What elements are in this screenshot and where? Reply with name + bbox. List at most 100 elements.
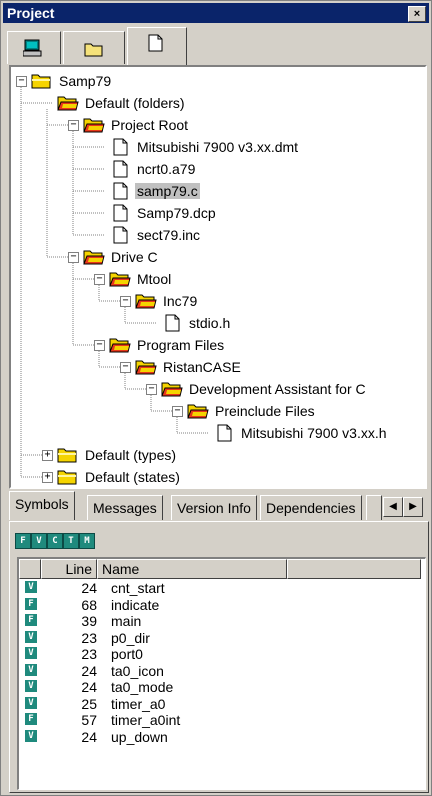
tab-symbols[interactable]: Symbols <box>9 491 75 520</box>
column-header-name[interactable]: Name <box>97 559 287 579</box>
file-icon <box>113 182 128 200</box>
collapse-icon[interactable]: − <box>172 406 183 417</box>
column-header-kind[interactable] <box>19 559 41 579</box>
collapse-icon[interactable]: − <box>68 252 79 263</box>
document-icon <box>148 34 163 52</box>
tab-overflow[interactable] <box>366 495 382 520</box>
tree-node-label: Default (folders) <box>85 95 185 111</box>
expand-icon[interactable]: + <box>42 450 53 461</box>
symbol-name: timer_a0 <box>111 695 166 712</box>
symbol-line: 57 <box>81 712 97 728</box>
tab-scroll-right-icon[interactable]: ▶ <box>403 497 423 517</box>
tree-node-label: Mtool <box>137 271 172 287</box>
window-title: Project <box>7 5 55 21</box>
symbol-row[interactable]: V 23 p0_dir <box>19 630 423 646</box>
folder-icon <box>57 470 77 485</box>
collapse-icon[interactable]: − <box>120 296 131 307</box>
tree-node-label: Mitsubishi 7900 v3.xx.dmt <box>137 139 299 155</box>
tab-dependencies[interactable]: Dependencies <box>260 495 362 520</box>
tree-node-label: Samp79 <box>59 73 112 89</box>
open-folder-icon <box>161 382 183 397</box>
symbol-name: up_down <box>111 728 168 745</box>
symbol-row[interactable]: V 23 port0 <box>19 646 423 662</box>
collapse-icon[interactable]: − <box>94 340 105 351</box>
symbol-row[interactable]: V 25 timer_a0 <box>19 696 423 712</box>
symbol-row[interactable]: V 24 cnt_start <box>19 580 423 596</box>
collapse-icon[interactable]: − <box>16 76 27 87</box>
symbol-row[interactable]: F 39 main <box>19 613 423 629</box>
symbol-row[interactable]: V 24 ta0_mode <box>19 679 423 695</box>
filter-functions-button[interactable]: F <box>15 533 31 549</box>
symbol-row[interactable]: F 57 timer_a0int <box>19 712 423 728</box>
file-icon <box>113 204 128 222</box>
symbol-name: p0_dir <box>111 629 150 646</box>
tab-folders[interactable] <box>63 31 125 64</box>
symbol-line: 24 <box>81 662 97 679</box>
symbol-kind-icon: F <box>25 597 37 610</box>
tree-node-label: ncrt0.a79 <box>137 161 196 177</box>
column-header-extra[interactable] <box>287 559 421 579</box>
tab-messages[interactable]: Messages <box>87 495 163 520</box>
tree-node-label: Development Assistant for C <box>189 381 366 397</box>
symbol-name: indicate <box>111 596 160 613</box>
open-folder-icon <box>83 250 105 265</box>
tab-computer[interactable] <box>7 31 61 64</box>
collapse-icon[interactable]: − <box>94 274 105 285</box>
symbol-row[interactable]: V 24 ta0_icon <box>19 663 423 679</box>
symbols-list[interactable]: Line Name V 24 cnt_start F 68 indicate F 39 main… <box>17 557 426 790</box>
symbol-name: ta0_icon <box>111 662 164 679</box>
tab-files[interactable] <box>127 27 187 65</box>
filter-types-button[interactable]: T <box>63 533 79 549</box>
file-icon <box>113 226 128 244</box>
filter-variables-button[interactable]: V <box>31 533 47 549</box>
symbol-name: ta0_mode <box>111 679 174 695</box>
folder-icon <box>57 448 77 463</box>
tree-node-label: Default (types) <box>85 447 177 463</box>
title-bar[interactable]: Project × <box>3 3 429 23</box>
file-icon <box>217 424 232 442</box>
symbol-name: main <box>111 613 142 629</box>
symbol-kind-icon: F <box>25 614 37 626</box>
tree-node-label: Preinclude Files <box>215 403 315 419</box>
collapse-icon[interactable]: − <box>120 362 131 373</box>
filter-constants-button[interactable]: C <box>47 533 63 549</box>
bottom-tabs: Symbols Messages Version Info Dependenci… <box>9 491 425 521</box>
symbol-row[interactable]: V 24 up_down <box>19 729 423 745</box>
column-header-line[interactable]: Line <box>41 559 97 579</box>
symbol-line: 68 <box>81 596 97 613</box>
open-folder-icon <box>57 96 79 111</box>
tree-node-label: sect79.inc <box>137 227 201 243</box>
open-folder-icon <box>135 360 157 375</box>
tree-node-label: RistanCASE <box>163 359 241 375</box>
open-folder-icon <box>109 272 131 287</box>
file-icon <box>113 138 128 156</box>
symbol-line: 23 <box>81 646 97 662</box>
symbol-name: timer_a0int <box>111 712 181 728</box>
open-folder-icon <box>187 404 209 419</box>
collapse-icon[interactable]: − <box>68 120 79 131</box>
file-icon <box>113 160 128 178</box>
collapse-icon[interactable]: − <box>146 384 157 395</box>
close-button[interactable]: × <box>408 6 426 22</box>
file-icon <box>165 314 180 332</box>
symbol-kind-icon: V <box>25 630 37 643</box>
tree-node-label: Mitsubishi 7900 v3.xx.h <box>241 425 387 441</box>
filter-macros-button[interactable]: M <box>79 533 95 549</box>
project-tree[interactable]: − Samp79 Default (folders) − Project Root Mit… <box>9 65 427 489</box>
symbol-name: cnt_start <box>111 580 165 596</box>
tab-version-info[interactable]: Version Info <box>171 495 257 520</box>
symbol-kind-icon: V <box>25 680 37 692</box>
tab-scroll-left-icon[interactable]: ◀ <box>383 497 403 517</box>
symbol-kind-icon: V <box>25 647 37 659</box>
expand-icon[interactable]: + <box>42 472 53 483</box>
symbol-line: 24 <box>81 679 97 695</box>
symbol-line: 25 <box>81 695 97 712</box>
symbol-line: 24 <box>81 728 97 745</box>
symbol-row[interactable]: F 68 indicate <box>19 597 423 613</box>
symbol-kind-icon: V <box>25 663 37 676</box>
tree-node-label: stdio.h <box>189 315 231 331</box>
tree-node-label: Project Root <box>111 117 189 133</box>
symbol-line: 39 <box>81 613 97 629</box>
symbol-kind-icon: F <box>25 713 37 725</box>
open-folder-icon <box>109 338 131 353</box>
